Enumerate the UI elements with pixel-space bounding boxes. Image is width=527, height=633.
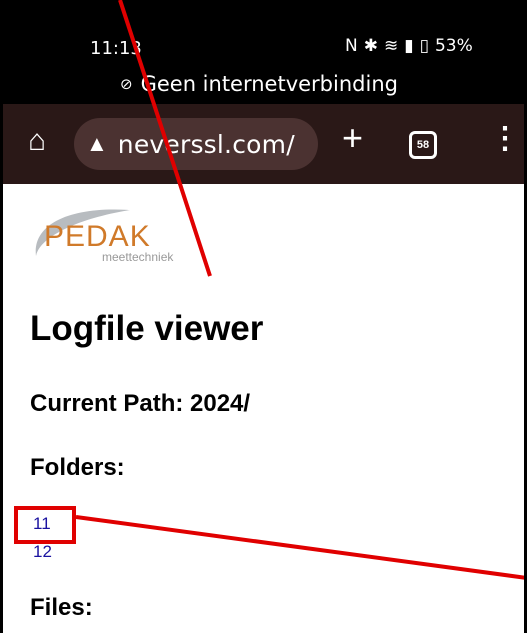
nfc-icon: N [345,36,358,56]
annotation-arrow-bottom [75,515,527,580]
menu-icon[interactable]: ⋮ [490,124,520,154]
battery-level: 53% [434,36,473,56]
logo-text: PEDAK [44,220,151,253]
clock: 11:13 [90,38,142,59]
tab-switcher-button[interactable]: 58 [409,131,437,159]
logo-subtext: meettechniek [102,250,174,264]
status-icons: N ✱ ≋ ▮ ▯ 53% [345,36,473,56]
new-tab-button[interactable]: + [342,120,363,156]
annotation-highlight-box [14,506,76,544]
url-text[interactable]: neverssl.com/ [118,130,295,159]
folder-link-12[interactable]: 12 [33,542,52,562]
page-title: Logfile viewer [30,309,264,348]
status-bar: 11:13 N ✱ ≋ ▮ ▯ 53% ⊘ Geen internetverbi… [0,0,527,104]
battery-icon: ▯ [419,36,429,56]
signal-icon: ▮ [404,36,414,56]
offline-banner: ⊘ Geen internetverbinding [120,72,398,96]
warning-icon[interactable]: ▲ [86,131,108,157]
pedak-logo: PEDAK meettechniek [30,206,210,266]
address-bar[interactable]: ▲ neverssl.com/ [74,118,318,170]
home-icon[interactable]: ⌂ [28,126,46,156]
wifi-icon: ≋ [383,36,399,56]
offline-text: Geen internetverbinding [140,72,398,96]
folders-heading: Folders: [30,454,125,481]
browser-toolbar: ⌂ ▲ neverssl.com/ + 58 ⋮ [0,104,527,184]
current-path: Current Path: 2024/ [30,390,251,417]
bluetooth-icon: ✱ [363,36,378,56]
files-heading: Files: [30,594,93,621]
frame-edge-left [0,0,3,633]
cloud-off-icon: ⊘ [120,75,133,93]
